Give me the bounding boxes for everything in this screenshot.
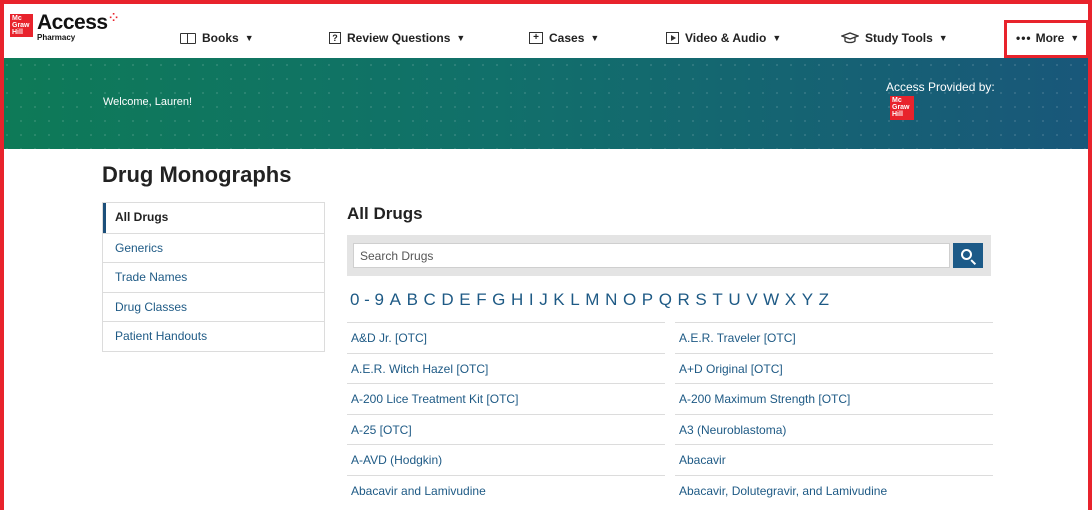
drug-link[interactable]: Abacavir: [675, 444, 993, 475]
alphabet-link[interactable]: I: [529, 290, 534, 310]
page-title: Drug Monographs: [102, 162, 292, 187]
alphabet-link[interactable]: O: [623, 290, 636, 310]
drug-link[interactable]: Abacavir and Lamivudine: [347, 474, 665, 506]
graduation-cap-icon: [841, 32, 859, 44]
logo-line: Mc: [892, 97, 902, 104]
nav-books[interactable]: Books ▼: [180, 31, 254, 45]
question-icon: ?: [329, 32, 341, 44]
alphabet-link[interactable]: H: [511, 290, 523, 310]
alphabet-filter: 0 - 9 ABCDEFGHIJKLMNOPQRSTUVWXYZ: [350, 290, 835, 310]
section-heading: All Drugs: [347, 204, 423, 223]
alphabet-link[interactable]: M: [585, 290, 599, 310]
alphabet-link[interactable]: P: [642, 290, 653, 310]
sidenav-item-all-drugs[interactable]: All Drugs: [103, 203, 324, 233]
alphabet-link[interactable]: E: [459, 290, 470, 310]
alphabet-link[interactable]: A: [390, 290, 401, 310]
alphabet-link[interactable]: D: [441, 290, 453, 310]
drug-link[interactable]: A+D Original [OTC]: [675, 352, 993, 384]
nav-label: More: [1035, 31, 1065, 45]
alphabet-link[interactable]: R: [678, 290, 690, 310]
alphabet-link[interactable]: 0 - 9: [350, 290, 384, 310]
logo-line: Graw: [892, 104, 910, 111]
spark-icon: ⁘: [109, 12, 119, 24]
alphabet-link[interactable]: W: [763, 290, 779, 310]
drug-link[interactable]: A-200 Lice Treatment Kit [OTC]: [347, 383, 665, 414]
search-input[interactable]: [353, 243, 950, 268]
nav-more[interactable]: ••• More ▼: [1016, 31, 1079, 45]
provider-logo: Mc Graw Hill: [890, 96, 914, 120]
caret-down-icon: ▼: [772, 33, 782, 43]
caret-down-icon: ▼: [590, 33, 600, 43]
sidenav-item-trade-names[interactable]: Trade Names: [103, 262, 324, 292]
drug-link[interactable]: A3 (Neuroblastoma): [675, 413, 993, 445]
caret-down-icon: ▼: [456, 33, 466, 43]
welcome-text: Welcome, Lauren!: [103, 96, 193, 108]
alphabet-link[interactable]: B: [407, 290, 418, 310]
caret-down-icon: ▼: [1070, 33, 1080, 43]
logo-line: Hill: [892, 111, 903, 118]
search-icon: [961, 248, 972, 260]
search-button[interactable]: [953, 243, 983, 268]
drug-link[interactable]: A-200 Maximum Strength [OTC]: [675, 383, 993, 414]
alphabet-link[interactable]: C: [424, 290, 436, 310]
drug-link[interactable]: Abacavir, Dolutegravir, and Lamivudine: [675, 474, 993, 506]
alphabet-link[interactable]: F: [476, 290, 486, 310]
caret-down-icon: ▼: [938, 33, 948, 43]
alphabet-link[interactable]: X: [785, 290, 796, 310]
alphabet-link[interactable]: K: [553, 290, 564, 310]
sidenav-item-drug-classes[interactable]: Drug Classes: [103, 291, 324, 322]
alphabet-link[interactable]: Z: [819, 290, 829, 310]
alphabet-link[interactable]: S: [695, 290, 706, 310]
logo-line: Mc: [12, 15, 22, 22]
drug-link[interactable]: A-AVD (Hodgkin): [347, 444, 665, 475]
alphabet-link[interactable]: N: [605, 290, 617, 310]
alphabet-link[interactable]: G: [492, 290, 505, 310]
nav-review-questions[interactable]: ? Review Questions ▼: [329, 31, 465, 45]
nav-label: Review Questions: [347, 31, 451, 45]
access-wordmark: Access Pharmacy: [37, 11, 108, 42]
nav-label: Cases: [549, 31, 585, 45]
alphabet-link[interactable]: T: [712, 290, 722, 310]
alphabet-link[interactable]: L: [570, 290, 579, 310]
logo-line: Graw: [12, 22, 30, 29]
nav-cases[interactable]: + Cases ▼: [529, 31, 599, 45]
alphabet-link[interactable]: Y: [802, 290, 813, 310]
drug-link[interactable]: A.E.R. Witch Hazel [OTC]: [347, 352, 665, 384]
nav-label: Video & Audio: [685, 31, 767, 45]
ellipsis-icon: •••: [1016, 31, 1032, 45]
alphabet-link[interactable]: V: [746, 290, 757, 310]
search-bar: [347, 235, 991, 276]
drug-link[interactable]: A-25 [OTC]: [347, 413, 665, 445]
top-nav: Mc Graw Hill Access Pharmacy ⁘ Books ▼ ?…: [0, 0, 1092, 58]
play-icon: [666, 32, 679, 44]
drug-link[interactable]: A&D Jr. [OTC]: [347, 322, 665, 353]
alphabet-link[interactable]: J: [539, 290, 548, 310]
provided-by-text: Access Provided by:: [886, 80, 995, 94]
mcgraw-hill-logo: Mc Graw Hill: [10, 14, 33, 37]
sidenav-item-patient-handouts[interactable]: Patient Handouts: [103, 321, 324, 351]
nav-study-tools[interactable]: Study Tools ▼: [841, 31, 948, 45]
drug-sidenav: All Drugs Generics Trade Names Drug Clas…: [102, 202, 325, 352]
alphabet-link[interactable]: Q: [659, 290, 672, 310]
book-icon: [180, 32, 196, 44]
alphabet-link[interactable]: U: [728, 290, 740, 310]
subproduct-name: Pharmacy: [37, 33, 76, 42]
caret-down-icon: ▼: [244, 33, 254, 43]
nav-label: Study Tools: [865, 31, 933, 45]
access-pharmacy-logo[interactable]: Mc Graw Hill Access Pharmacy: [10, 11, 108, 42]
drug-link[interactable]: A.E.R. Traveler [OTC]: [675, 322, 993, 353]
drug-list: A&D Jr. [OTC] A.E.R. Traveler [OTC] A.E.R.…: [347, 322, 993, 505]
product-name: Access: [37, 11, 108, 34]
sidenav-item-generics[interactable]: Generics: [103, 232, 324, 263]
nav-label: Books: [202, 31, 239, 45]
case-icon: +: [529, 32, 543, 44]
logo-line: Hill: [12, 29, 23, 36]
nav-video-audio[interactable]: Video & Audio ▼: [666, 31, 781, 45]
